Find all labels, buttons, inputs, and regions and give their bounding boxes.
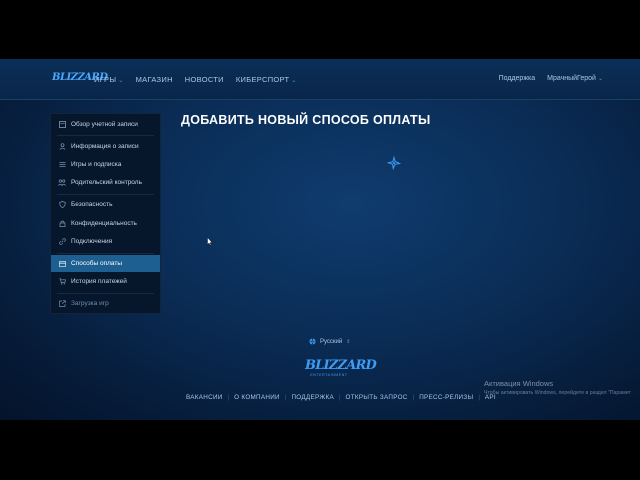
separator: |: [227, 394, 230, 401]
sidebar-item-security[interactable]: Безопасность: [51, 196, 160, 213]
chevron-down-icon: ⌄: [118, 78, 124, 84]
lock-icon: [58, 220, 66, 228]
separator: |: [412, 394, 415, 401]
username: МрачныйГерой: [547, 75, 596, 82]
divider: [57, 293, 154, 294]
nav-games[interactable]: ИГРЫ ⌄: [94, 75, 124, 84]
overview-icon: [58, 121, 66, 129]
sidebar-item-games[interactable]: Игры и подписка: [51, 156, 160, 173]
nav-right: Поддержка МрачныйГерой ⌄: [499, 75, 603, 82]
footer-logo-text: BLIZZARD: [305, 358, 377, 373]
divider: [57, 194, 154, 195]
shield-icon: [58, 201, 66, 209]
nav-esports[interactable]: КИБЕРСПОРТ ⌄: [236, 75, 297, 84]
sidebar-item-label: Конфиденциальность: [71, 220, 137, 227]
download-icon: [58, 300, 66, 308]
separator: |: [478, 394, 480, 401]
link-icon: [58, 238, 66, 246]
separator: |: [284, 394, 287, 401]
footer-blizzard-logo: BLIZZARD ENTERTAINMENT: [305, 358, 377, 378]
user-icon: [58, 143, 66, 151]
globe-icon: [309, 338, 316, 345]
account-menu[interactable]: МрачныйГерой ⌄: [547, 75, 603, 82]
sidebar-item-label: Загрузка игр: [71, 300, 109, 307]
top-navigation: BLIZZARD ИГРЫ ⌄ МАГАЗИН НОВОСТИ КИБЕРСПОР…: [0, 59, 640, 100]
footer-link-jobs[interactable]: ВАКАНСИИ: [186, 394, 223, 401]
footer-links: ВАКАНСИИ | О КОМПАНИИ | ПОДДЕРЖКА | ОТКР…: [186, 394, 496, 401]
support-link[interactable]: Поддержка: [499, 75, 536, 82]
nav-games-label: ИГРЫ: [94, 75, 117, 84]
sidebar-item-label: Обзор учетной записи: [71, 121, 138, 128]
account-sidebar: Обзор учетной записи Информация о записи…: [50, 113, 161, 314]
nav-news[interactable]: НОВОСТИ: [185, 75, 224, 84]
footer-logo-subtext: ENTERTAINMENT: [310, 373, 348, 377]
sidebar-item-label: Информация о записи: [71, 143, 139, 150]
sidebar-item-payment-methods[interactable]: Способы оплаты: [51, 255, 160, 272]
language-label: Русский: [320, 338, 343, 345]
updown-chevron-icon: ⇕: [346, 338, 351, 345]
chevron-down-icon: ⌄: [597, 76, 603, 82]
card-icon: [58, 260, 66, 268]
separator: |: [338, 394, 341, 401]
cart-icon: [58, 278, 66, 286]
page-viewport: BLIZZARD ИГРЫ ⌄ МАГАЗИН НОВОСТИ КИБЕРСПОР…: [0, 59, 640, 420]
sidebar-item-account-info[interactable]: Информация о записи: [51, 138, 160, 155]
footer-link-support[interactable]: ПОДДЕРЖКА: [291, 394, 334, 401]
nav-shop[interactable]: МАГАЗИН: [136, 75, 173, 84]
nav-esports-label: КИБЕРСПОРТ: [235, 75, 290, 84]
footer-link-about[interactable]: О КОМПАНИИ: [234, 394, 280, 401]
sidebar-item-label: Игры и подписка: [71, 161, 122, 168]
sidebar-item-payment-history[interactable]: История платежей: [51, 273, 160, 290]
divider: [57, 135, 154, 136]
sidebar-item-label: Способы оплаты: [71, 260, 123, 267]
sidebar-item-overview[interactable]: Обзор учетной записи: [51, 116, 160, 133]
activation-title: Активация Windows: [484, 379, 554, 388]
loading-spinner-icon: [387, 156, 401, 170]
windows-activation-watermark: Активация Windows Чтобы активировать Win…: [484, 379, 631, 396]
footer-link-press[interactable]: ПРЕСС-РЕЛИЗЫ: [419, 394, 473, 401]
page-title: ДОБАВИТЬ НОВЫЙ СПОСОБ ОПЛАТЫ: [181, 113, 431, 127]
sidebar-item-connections[interactable]: Подключения: [51, 233, 160, 250]
footer-link-open-ticket[interactable]: ОТКРЫТЬ ЗАПРОС: [346, 394, 408, 401]
divider: [57, 253, 154, 254]
sidebar-item-privacy[interactable]: Конфиденциальность: [51, 215, 160, 232]
sidebar-item-label: Родительский контроль: [71, 179, 142, 186]
language-selector[interactable]: Русский ⇕: [309, 338, 350, 345]
mouse-cursor-icon: [207, 237, 213, 246]
sidebar-item-label: История платежей: [71, 278, 127, 285]
sidebar-item-parental-control[interactable]: Родительский контроль: [51, 174, 160, 191]
chevron-down-icon: ⌄: [291, 78, 297, 84]
sidebar-item-label: Подключения: [71, 238, 113, 245]
main-nav: ИГРЫ ⌄ МАГАЗИН НОВОСТИ КИБЕРСПОРТ ⌄: [94, 75, 297, 84]
sidebar-item-game-downloads[interactable]: Загрузка игр: [51, 295, 160, 312]
sidebar-item-label: Безопасность: [71, 201, 113, 208]
activation-subtitle: Чтобы активировать Windows, перейдите в …: [484, 390, 631, 396]
list-icon: [58, 161, 66, 169]
parents-icon: [58, 179, 66, 187]
